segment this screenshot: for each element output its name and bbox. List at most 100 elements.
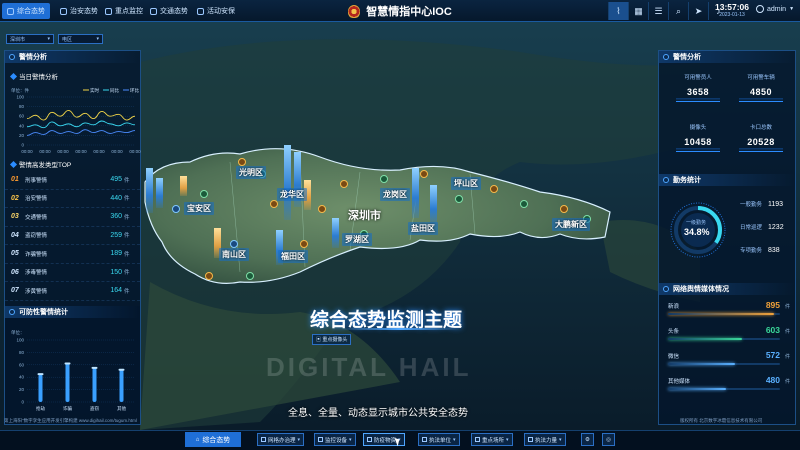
city-select[interactable]: 深圳市 ▾ [6, 34, 54, 44]
district-label[interactable]: 盐田区 [408, 222, 438, 235]
ranking-unit: 件 [124, 270, 130, 277]
police-icon [528, 437, 533, 442]
layer-button-label: 防疫物资 [374, 437, 397, 444]
list-icon[interactable]: ☰ [648, 2, 668, 20]
media-row[interactable]: 头条 603 件 [668, 325, 790, 345]
media-fill [668, 363, 736, 365]
alarm-pin[interactable] [300, 240, 308, 248]
alarm-pin[interactable] [205, 272, 213, 280]
bar[interactable] [92, 367, 97, 402]
kpi-label: 可用警车辆 [747, 75, 775, 81]
district-label[interactable]: 大鹏新区 [552, 218, 590, 231]
grid-icon[interactable]: ▦ [628, 2, 648, 20]
district-label[interactable]: 光明区 [236, 166, 266, 179]
alarm-pin[interactable] [420, 170, 428, 178]
tab-label: 重点监控 [115, 8, 143, 15]
district-select[interactable]: 电区 ▾ [58, 34, 103, 44]
tab-traffic[interactable]: 交通态势 [145, 3, 193, 19]
bar[interactable] [38, 374, 43, 402]
overview-button[interactable]: ⌂ 综合态势 [185, 432, 241, 447]
kpi-card[interactable]: 可用警车辆 4850 [733, 73, 789, 102]
kpi-card[interactable]: 可用警员人 3658 [670, 73, 726, 102]
ranking-name: 涉黄警情 [25, 288, 48, 295]
y-tick-label: 0 [21, 143, 24, 148]
alarm-pin[interactable] [318, 205, 326, 213]
ranking-row[interactable]: 02 治安警情 440 件 [5, 190, 140, 208]
x-tick-label: 00:00 [57, 149, 69, 154]
bar[interactable] [119, 369, 124, 402]
media-row[interactable]: 新浪 895 件 [668, 300, 790, 320]
ranking-row[interactable]: 04 盗窃警情 259 件 [5, 227, 140, 245]
tab-label: 活动安保 [207, 8, 235, 15]
ranking-unit: 件 [124, 177, 130, 184]
kpi-value: 10458 [684, 137, 712, 147]
alarm-pin[interactable] [238, 158, 246, 166]
district-label[interactable]: 福田区 [278, 250, 308, 263]
district-label[interactable]: 龙华区 [277, 188, 307, 201]
layer-button-places[interactable]: 重点场所 ▾ [471, 433, 513, 446]
place-icon [475, 437, 480, 442]
district-label[interactable]: 龙岗区 [380, 188, 410, 201]
panel-title: 网络舆情媒体情况 [673, 286, 729, 293]
chart-icon[interactable]: ⌇ [608, 2, 628, 20]
bar[interactable] [65, 363, 70, 402]
layer-button-forces[interactable]: 执法力量 ▾ [524, 433, 566, 446]
map-column [412, 168, 419, 218]
tab-event-security[interactable]: 活动安保 [192, 3, 240, 19]
ring-value: 34.8% [684, 227, 710, 237]
alarm-pin[interactable] [455, 195, 463, 203]
clock-time: 13:57:06 [714, 2, 750, 12]
alarm-pin[interactable] [560, 205, 568, 213]
ranking-row[interactable]: 05 诈骗警情 189 件 [5, 245, 140, 264]
send-icon[interactable]: ➤ [688, 2, 708, 20]
ring-label: 一级勤务 [686, 220, 707, 226]
police-badge-icon [348, 4, 361, 18]
district-label[interactable]: 坪山区 [451, 177, 481, 190]
ranking-name: 盗窃警情 [25, 233, 48, 240]
district-label[interactable]: 宝安区 [184, 202, 214, 215]
ranking-row[interactable]: 07 涉黄警情 164 件 [5, 282, 140, 301]
alarm-pin[interactable] [230, 240, 238, 248]
layer-button-grid[interactable]: 网格办治理 ▾ [257, 433, 305, 446]
chevron-down-icon: ▼ [789, 6, 795, 12]
copyright-left: 第上海阳"数字孪生应用开发引擎构建 www.digihail.com/tugum… [4, 418, 137, 423]
media-row[interactable]: 微信 572 件 [668, 350, 790, 370]
media-unit: 件 [784, 354, 790, 360]
camera-tooltip-label: 重点摄像头 [322, 337, 348, 343]
x-tick-label: 00:00 [129, 149, 141, 154]
tab-public-security[interactable]: 治安态势 [55, 3, 103, 19]
media-row[interactable]: 其他媒体 480 件 [668, 375, 790, 395]
camera-icon: ▣ [316, 337, 322, 343]
ranking-row[interactable]: 03 交通警情 360 件 [5, 208, 140, 227]
user-menu[interactable]: admin ▼ [756, 5, 794, 13]
duty-label: 专项勤务 [740, 248, 763, 254]
alarm-pin[interactable] [200, 190, 208, 198]
panel-dot-icon [663, 286, 669, 292]
alarm-pin[interactable] [520, 200, 528, 208]
ranking-name: 交通警情 [25, 214, 48, 221]
kpi-label: 可用警员人 [684, 75, 712, 81]
district-label[interactable]: 罗湖区 [342, 233, 372, 246]
media-name: 其他媒体 [668, 379, 691, 385]
ranking-row[interactable]: 06 涉毒警情 150 件 [5, 264, 140, 282]
tab-overview[interactable]: 综合态势 [2, 3, 50, 19]
kpi-card[interactable]: 卡口总数 20528 [733, 123, 789, 152]
district-label[interactable]: 南山区 [219, 248, 249, 261]
alarm-pin[interactable] [490, 185, 498, 193]
layer-button-monitor[interactable]: 监控设备 ▾ [314, 433, 356, 446]
overview-button-label: 综合态势 [202, 436, 231, 444]
settings-button[interactable]: ⚙ [581, 433, 594, 446]
locate-button[interactable]: ◎ [602, 433, 615, 446]
ranking-row[interactable]: 01 刑事警情 495 件 [5, 171, 140, 190]
kpi-card[interactable]: 摄像头 10458 [670, 123, 726, 152]
layer-button-units[interactable]: 执法单位 ▾ [418, 433, 460, 446]
ranking-value: 150 [110, 268, 122, 276]
alarm-pin[interactable] [380, 175, 388, 183]
tab-key-monitor[interactable]: 重点监控 [100, 3, 148, 19]
x-tick-label: 00:00 [39, 149, 51, 154]
alarm-pin[interactable] [270, 200, 278, 208]
alarm-pin[interactable] [246, 272, 254, 280]
alarm-pin[interactable] [340, 180, 348, 188]
search-icon[interactable]: ⌕ [668, 2, 688, 20]
alarm-pin[interactable] [172, 205, 180, 213]
